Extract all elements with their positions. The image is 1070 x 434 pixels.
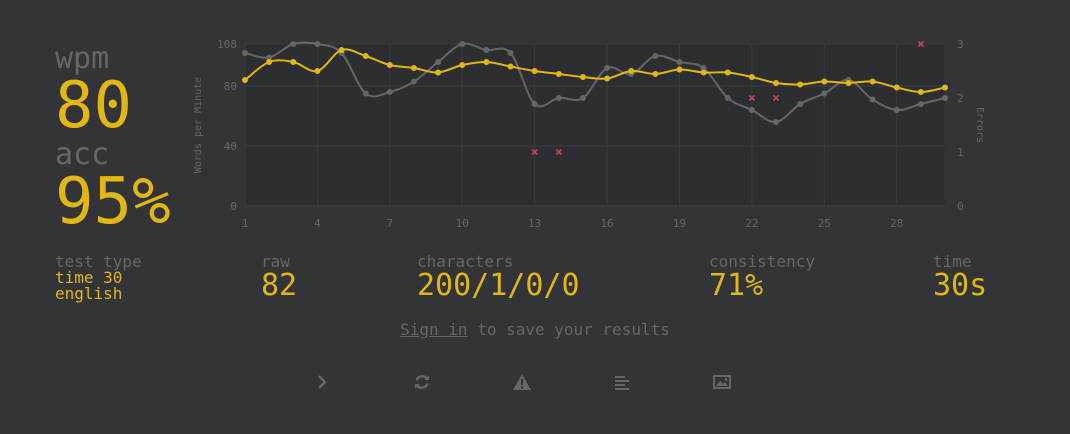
y2-tick-label: 1 [957,146,964,159]
time-value: 30s [933,268,988,303]
raw-point [604,65,611,71]
raw-point [652,53,659,59]
chevron-right-icon [318,375,327,389]
raw-point [290,41,297,47]
wpm-point [266,59,273,65]
next-test-button[interactable] [310,370,334,394]
x-tick-label: 19 [673,217,686,230]
warning-icon [513,374,531,390]
wpm-point [797,81,804,88]
x-tick-label: 7 [387,217,394,230]
wpm-point [555,71,562,77]
consistency-value: 71% [709,268,764,303]
wpm-point [483,59,490,65]
raw-point [748,107,755,113]
wpm-point [893,84,900,91]
x-tick-label: 10 [456,217,469,230]
wpm-point [338,47,345,53]
wpm-point [290,59,297,65]
screenshot-button[interactable] [710,370,734,394]
y2-tick-label: 0 [957,200,964,213]
wpm-point [724,69,731,76]
raw-point [869,96,876,103]
y2-tick-label: 3 [957,38,964,51]
wpm-point [579,74,586,80]
raw-point [531,101,538,107]
raw-point [410,78,417,85]
raw-point [435,59,442,65]
wpm-point [314,68,321,74]
y-tick-label: 0 [230,200,237,213]
y2-tick-label: 2 [957,92,964,105]
raw-point [386,89,393,95]
wpm-point [362,53,369,59]
raw-point [314,41,321,47]
wpm-point [628,68,635,74]
raw-point [242,50,248,56]
raw-point [507,50,514,56]
test-type-language: english [55,284,123,303]
wpm-point [942,84,948,91]
wpm-point [869,78,876,85]
raw-value: 82 [261,268,298,303]
x-tick-label: 1 [242,217,249,230]
x-tick-label: 25 [818,217,831,230]
wpm-point [700,69,707,76]
wpm-chart: 040801081 4 7 10 13 16 19 22 25 280123Words per M… [193,38,985,230]
wpm-point [435,69,442,76]
wpm-point [531,68,538,74]
raw-point [555,95,562,101]
x-tick-label: 22 [745,217,758,230]
sign-in-text: to save your results [467,320,670,339]
wpm-point [386,62,393,68]
y-tick-label: 40 [224,140,237,153]
y-tick-label: 80 [224,80,237,93]
wpm-point [507,63,514,70]
report-button[interactable] [510,370,534,394]
raw-point [579,95,586,101]
y-axis-label: Words per Minute [193,77,204,173]
x-tick-label: 13 [528,217,541,230]
x-tick-label: 28 [890,217,903,230]
raw-point [821,90,828,97]
word-history-button[interactable] [610,370,634,394]
x-tick-label: 16 [600,217,613,230]
raw-point [362,90,369,97]
x-tick-label: 4 [314,217,321,230]
wpm-point [748,74,755,80]
raw-point [942,95,948,101]
sign-in-link[interactable]: Sign in [400,320,467,339]
raw-point [893,107,900,113]
raw-point [917,101,924,107]
raw-point [724,95,731,101]
characters-value: 200/1/0/0 [417,268,580,303]
wpm-point [410,65,417,71]
raw-point [773,119,780,125]
sign-in-prompt: Sign in to save your results [0,320,1070,339]
refresh-icon [415,375,429,389]
raw-point [797,101,804,107]
wpm-point [676,66,683,73]
image-icon [713,375,731,389]
wpm-point [242,77,248,83]
wpm-point [917,89,924,95]
raw-point [676,59,683,65]
raw-point [459,41,466,47]
wpm-point [459,62,466,68]
wpm-point [604,75,611,82]
align-left-icon [615,376,629,390]
raw-point [483,47,490,53]
wpm-point [845,80,852,86]
y-tick-label: 108 [217,38,237,51]
y2-axis-label: Errors [974,107,985,143]
wpm-point [821,78,828,85]
wpm-point [773,80,780,86]
wpm-point [652,71,659,77]
repeat-test-button[interactable] [410,370,434,394]
